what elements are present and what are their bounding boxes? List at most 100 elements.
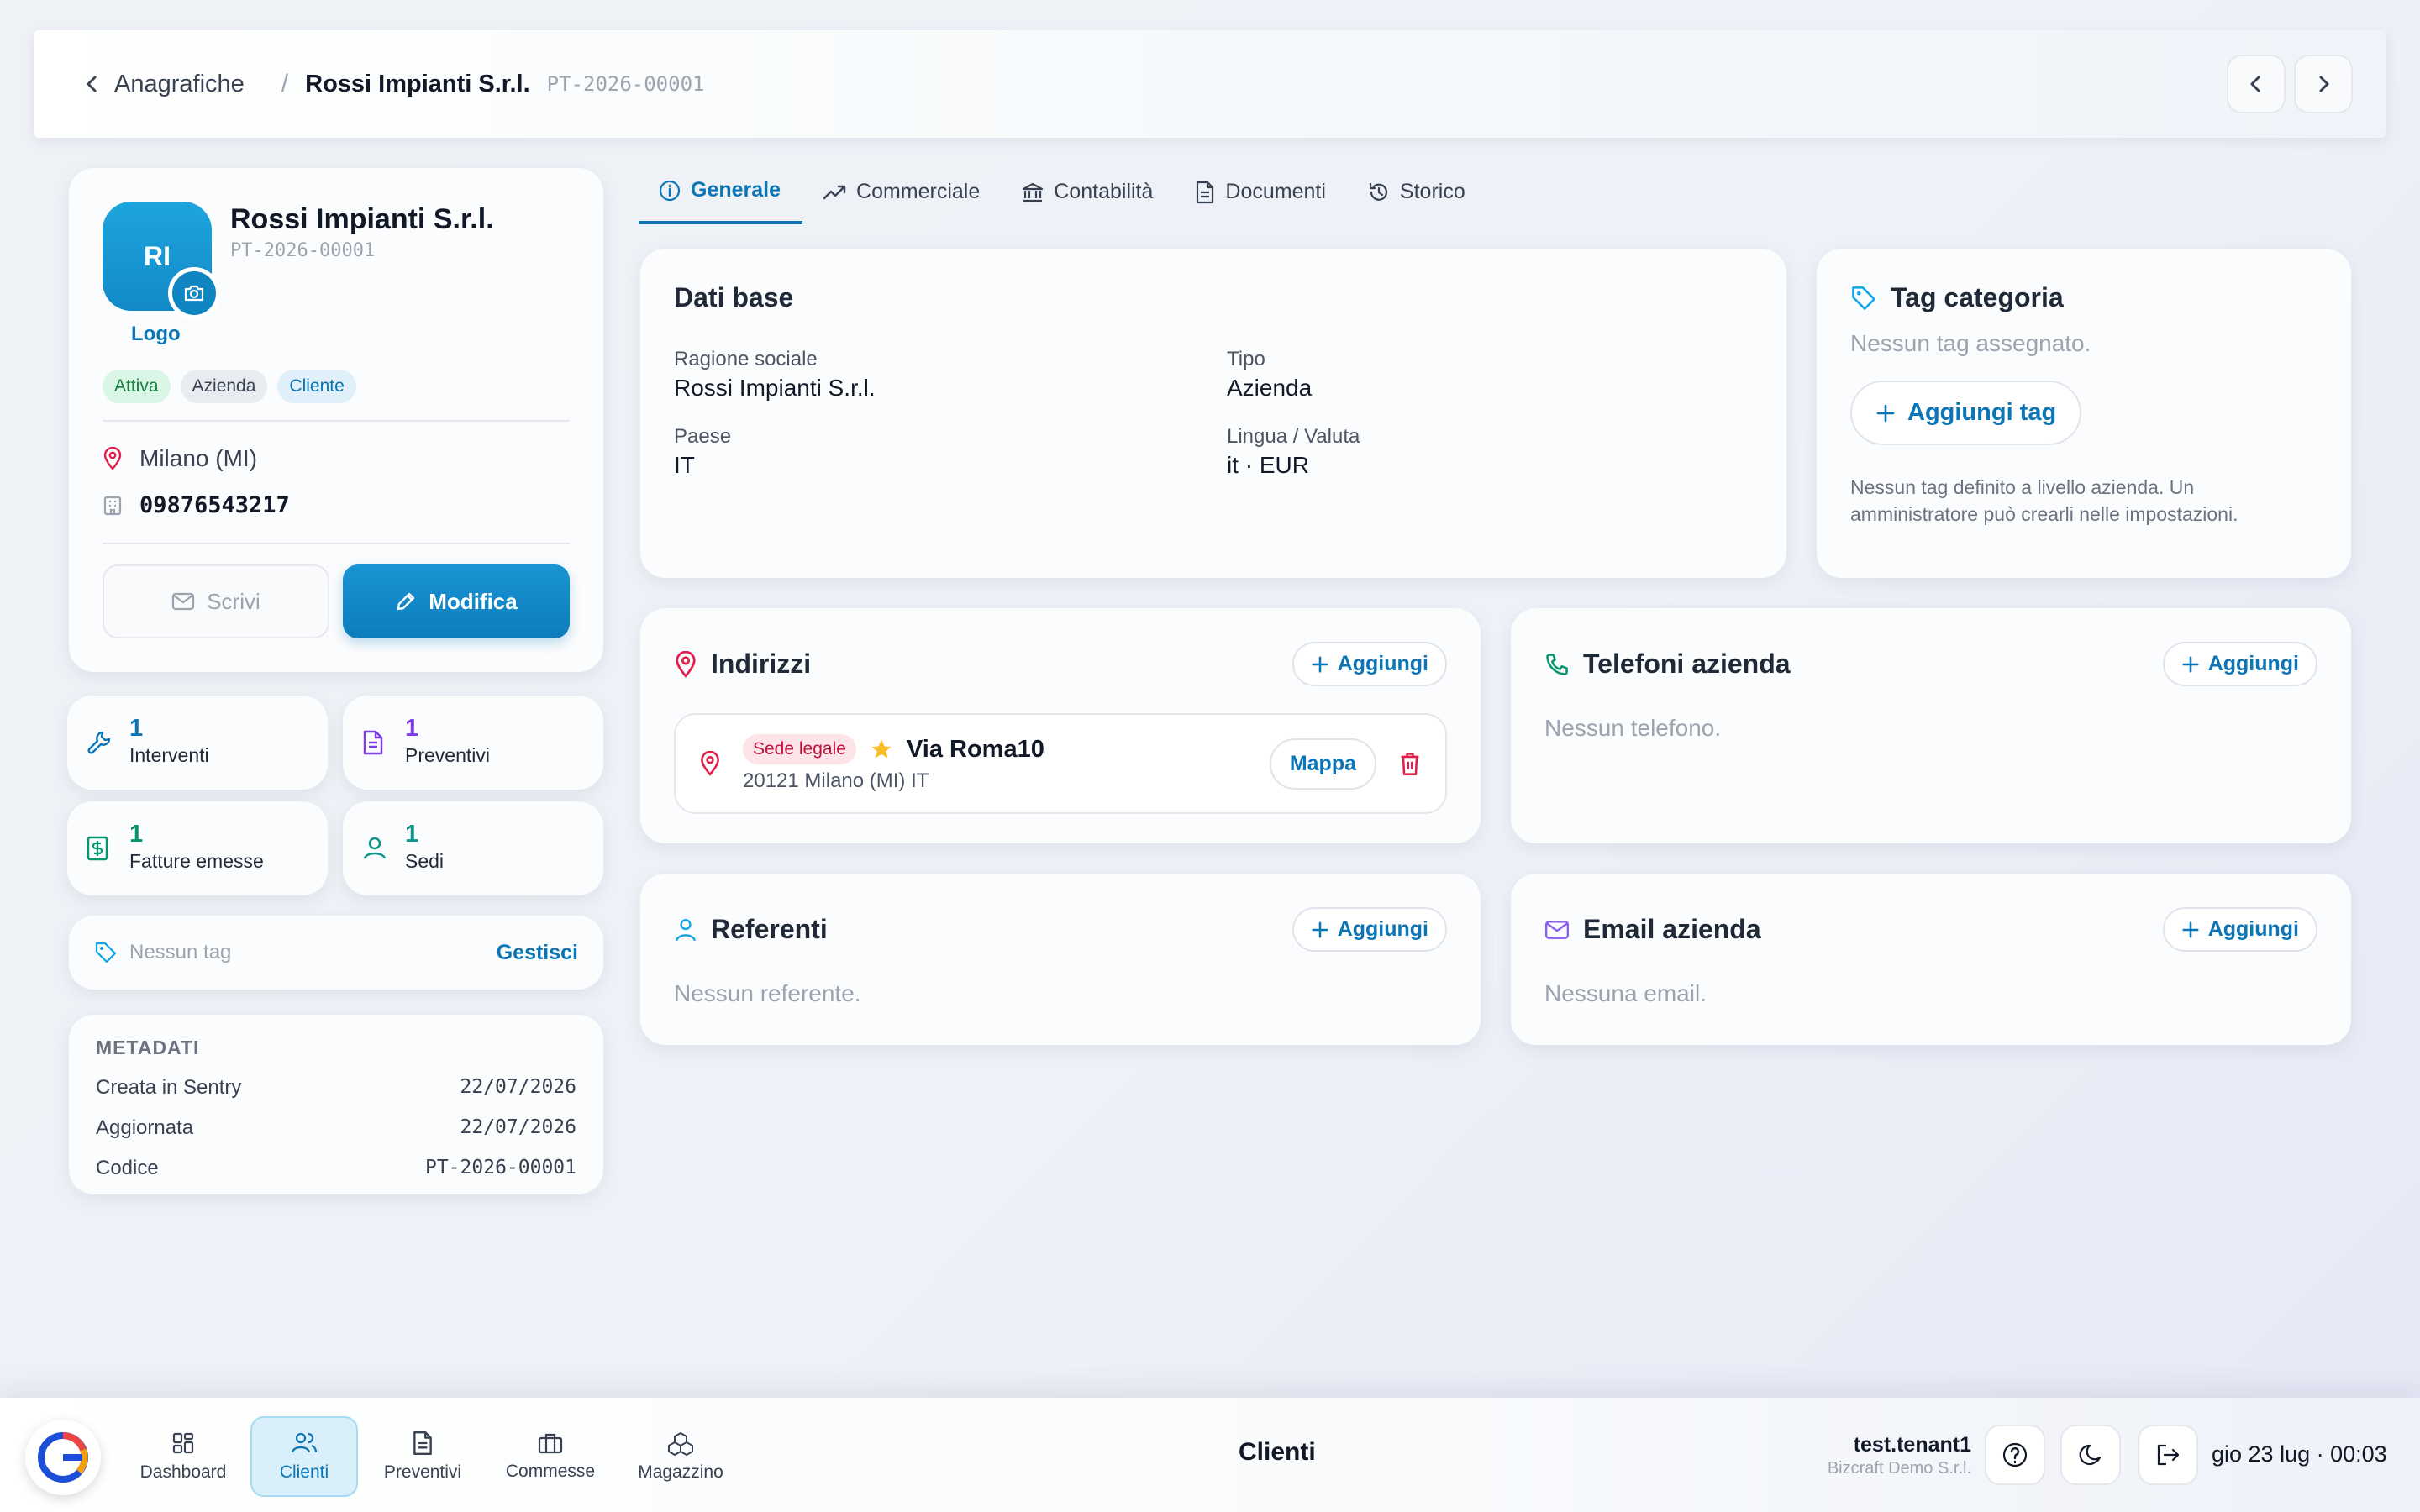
nav-label: Commesse <box>505 1462 596 1481</box>
profile-card: RI Logo Rossi Impianti S.r.l. PT-2026-00… <box>69 168 603 672</box>
theme-toggle-button[interactable] <box>2060 1425 2121 1485</box>
field-value: IT <box>674 452 695 478</box>
profile-name: Rossi Impianti S.r.l. <box>230 203 494 235</box>
tab-label: Documenti <box>1225 180 1326 203</box>
tags-empty-text: Nessun tag <box>129 941 232 963</box>
nav-label: Magazzino <box>638 1462 723 1482</box>
nav-magazzino[interactable]: Magazzino <box>622 1416 739 1497</box>
plus-icon <box>1312 921 1328 938</box>
info-note: Nessun tag definito a livello azienda. U… <box>1850 476 2238 525</box>
write-button[interactable]: Scrivi <box>103 564 329 638</box>
add-label: Aggiungi <box>2207 652 2299 675</box>
tab-contabilita[interactable]: Contabilità <box>1002 168 1175 224</box>
field-label: Paese <box>674 425 732 448</box>
location-text: Milano (MI) <box>139 445 258 471</box>
role-badge: Cliente <box>277 370 356 403</box>
stat-preventivi[interactable]: 1 Preventivi <box>343 696 603 790</box>
referenti-card: Referenti Aggiungi Nessun referente. <box>640 874 1481 1045</box>
add-email-button[interactable]: Aggiungi <box>2162 907 2317 952</box>
tab-documenti[interactable]: Documenti <box>1175 168 1348 224</box>
star-icon <box>870 738 893 761</box>
stat-sedi[interactable]: 1 Sedi <box>343 801 603 895</box>
address-item: Sede legale Via Roma10 20121 Milano (MI)… <box>674 713 1447 814</box>
add-label: Aggiungi <box>2207 917 2299 941</box>
nav-preventivi[interactable]: Preventivi <box>368 1416 477 1497</box>
stat-value: 1 <box>129 821 144 848</box>
invoice-dollar-icon <box>86 835 109 862</box>
field-label: Tipo <box>1227 348 1265 370</box>
bottom-nav-bar: Dashboard Clienti Preventivi Commesse Ma… <box>0 1398 2420 1512</box>
edit-button[interactable]: Modifica <box>343 564 570 638</box>
metadata-card: METADATI Creata in Sentry 22/07/2026 Agg… <box>69 1015 603 1194</box>
trending-up-icon <box>823 185 846 199</box>
briefcase-icon <box>538 1433 563 1454</box>
address-city: 20121 Milano (MI) IT <box>743 769 929 792</box>
stat-value: 1 <box>129 715 144 742</box>
trash-icon[interactable] <box>1398 751 1422 776</box>
help-button[interactable] <box>1985 1425 2045 1485</box>
nav-commesse[interactable]: Commesse <box>492 1416 608 1497</box>
field-label: Ragione sociale <box>674 348 818 370</box>
chevron-left-icon <box>2250 76 2260 92</box>
section-title: Tag categoria <box>1891 282 2064 312</box>
wrench-icon <box>86 729 113 756</box>
app-logo[interactable] <box>25 1420 101 1495</box>
nav-dashboard[interactable]: Dashboard <box>126 1416 240 1497</box>
stat-value: 1 <box>405 821 419 848</box>
section-title: Dati base <box>674 282 794 312</box>
plus-icon <box>2182 921 2199 938</box>
tag-icon <box>94 941 118 964</box>
section-title: Telefoni azienda <box>1583 648 1791 679</box>
section-title: Indirizzi <box>711 648 812 679</box>
divider <box>103 543 570 544</box>
breadcrumb-separator: / <box>281 70 289 97</box>
stat-fatture[interactable]: 1 Fatture emesse <box>67 801 328 895</box>
location-row: Milano (MI) <box>103 445 257 472</box>
breadcrumb-parent[interactable]: Anagrafiche <box>114 71 245 98</box>
pencil-icon <box>397 592 415 611</box>
manage-tags-link[interactable]: Gestisci <box>497 941 578 965</box>
write-button-label: Scrivi <box>207 588 260 614</box>
logo-link[interactable]: Logo <box>131 323 181 346</box>
stat-value: 1 <box>405 715 419 742</box>
help-icon <box>2002 1442 2028 1467</box>
tab-label: Storico <box>1399 180 1465 203</box>
person-icon <box>674 917 697 942</box>
building-icon <box>103 495 123 517</box>
document-icon <box>361 729 385 756</box>
tab-label: Commerciale <box>856 180 981 203</box>
add-tag-button[interactable]: Aggiungi tag <box>1850 381 2082 445</box>
tab-generale[interactable]: Generale <box>639 168 803 224</box>
moon-icon <box>2079 1444 2102 1466</box>
metadata-label: Creata in Sentry <box>96 1076 242 1099</box>
add-contact-button[interactable]: Aggiungi <box>1292 907 1447 952</box>
tag-categoria-card: Tag categoria Nessun tag assegnato. Aggi… <box>1817 249 2351 578</box>
stat-label: Interventi <box>129 744 209 766</box>
add-tag-label: Aggiungi tag <box>1907 399 2057 426</box>
mail-icon <box>1544 919 1570 941</box>
stat-interventi[interactable]: 1 Interventi <box>67 696 328 790</box>
previous-record-button[interactable] <box>2227 55 2286 113</box>
field-value: Rossi Impianti S.r.l. <box>674 375 876 401</box>
vat-row: 09876543217 <box>103 492 290 518</box>
plus-icon <box>2182 655 2199 673</box>
dati-base-card: Dati base Ragione sociale Rossi Impianti… <box>640 249 1786 578</box>
metadata-value: PT-2026-00001 <box>424 1157 576 1179</box>
add-phone-button[interactable]: Aggiungi <box>2162 642 2317 686</box>
next-record-button[interactable] <box>2294 55 2353 113</box>
tab-storico[interactable]: Storico <box>1348 168 1487 224</box>
phone-icon <box>1544 652 1570 677</box>
tab-commerciale[interactable]: Commerciale <box>802 168 1002 224</box>
plus-icon <box>1876 403 1896 423</box>
add-address-button[interactable]: Aggiungi <box>1292 642 1447 686</box>
indirizzi-card: Indirizzi Aggiungi Sede legale Via Roma1… <box>640 608 1481 843</box>
change-logo-button[interactable] <box>168 267 220 319</box>
logout-button[interactable] <box>2138 1425 2198 1485</box>
map-button[interactable]: Mappa <box>1269 738 1376 790</box>
breadcrumb-back[interactable]: Anagrafiche <box>84 71 245 98</box>
metadata-label: Codice <box>96 1157 159 1179</box>
map-pin-icon <box>699 751 721 776</box>
header-bar: Anagrafiche / Rossi Impianti S.r.l. PT-2… <box>34 30 2386 138</box>
nav-clienti[interactable]: Clienti <box>250 1416 358 1497</box>
field-value: Azienda <box>1227 375 1313 401</box>
